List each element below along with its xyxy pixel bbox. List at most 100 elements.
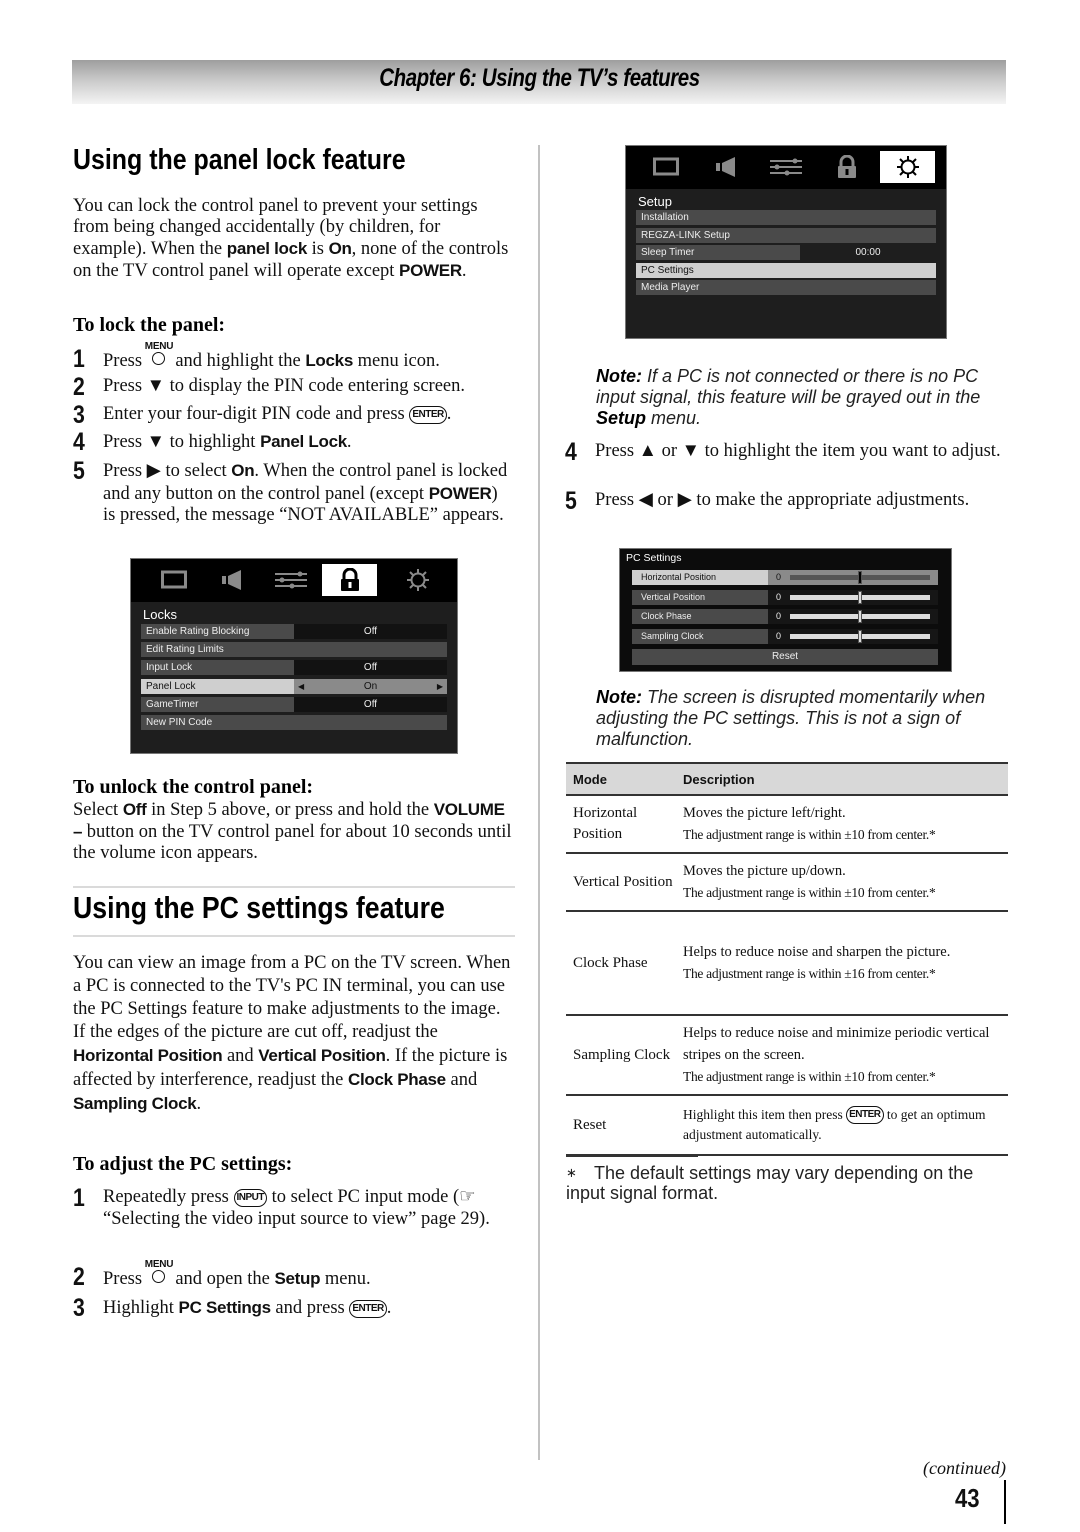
circle-icon <box>151 352 165 365</box>
menu-row-value: 00:00 <box>800 245 936 260</box>
sound-icon[interactable] <box>698 151 753 183</box>
step-item: 5 Press ▶ to select On. When the control … <box>73 459 513 527</box>
slider-track[interactable] <box>790 571 930 584</box>
step-number: 3 <box>73 1294 85 1322</box>
reset-button[interactable]: Reset <box>632 649 938 665</box>
mode-cell: Reset <box>566 1095 676 1156</box>
panel-lock-intro: You can lock the control panel to preven… <box>73 196 509 281</box>
step-text: Highlight PC Settings and press ENTER. <box>103 1298 392 1318</box>
preferences-icon[interactable] <box>263 564 318 596</box>
footnote-rule <box>566 1156 698 1157</box>
slider-value: 0 <box>776 572 782 582</box>
step-text: Enter your four-digit PIN code and press… <box>103 404 452 424</box>
menu-row[interactable]: Sleep Timer 00:00 <box>636 245 936 260</box>
step-number: 4 <box>73 428 85 456</box>
pc-setting-row[interactable]: Horizontal Position 0 <box>632 570 938 585</box>
menu-row-label: Panel Lock <box>141 678 294 694</box>
enter-button-icon: ENTER <box>846 1106 884 1124</box>
step-item: 5 Press ◀ or ▶ to make the appropriate ad… <box>565 489 1005 514</box>
keyword: panel lock <box>226 239 308 258</box>
menu-row[interactable]: Input Lock Off <box>141 660 447 676</box>
slider-value: 0 <box>776 611 782 622</box>
pc-setting-value: 0 <box>768 589 938 605</box>
arrow-right-icon[interactable]: ▶ <box>437 679 443 694</box>
menu-row[interactable]: GameTimer Off <box>141 696 447 712</box>
menu-row[interactable]: Enable Rating Blocking Off <box>141 624 447 639</box>
unlock-text: Select Off in Step 5 above, or press and… <box>73 800 512 863</box>
pc-setting-row[interactable]: Sampling Clock 0 <box>632 628 938 644</box>
description-cell: Helps to reduce noise and minimize perio… <box>676 1015 1008 1096</box>
menu-row[interactable]: Edit Rating Limits <box>141 642 447 658</box>
page-number-rule <box>1004 1480 1006 1524</box>
preferences-icon[interactable] <box>758 151 813 183</box>
step-text: Press ▲ or ▼ to highlight the item you w… <box>595 441 1001 461</box>
description-text: Moves the picture up/down. <box>683 863 846 879</box>
divider <box>73 886 515 888</box>
slider-track[interactable] <box>790 590 930 604</box>
menu-title: Locks <box>143 607 177 622</box>
step-item: 4 Press ▲ or ▼ to highlight the item you … <box>565 440 1005 465</box>
menu-icon-bar <box>626 146 946 189</box>
description-cell: Helps to reduce noise and sharpen the pi… <box>676 911 1008 1016</box>
description-text: Helps to reduce noise and sharpen the pi… <box>683 944 951 960</box>
keyword: On <box>231 461 255 480</box>
setup-menu-screen: Setup Installation REGZA-LINK Setup Sleep … <box>625 145 947 339</box>
menu-row[interactable]: New PIN Code <box>141 715 447 730</box>
step-number: 1 <box>73 345 85 373</box>
step-text: Press MENU and highlight the Locks menu … <box>103 341 440 371</box>
menu-row[interactable]: PC Settings <box>636 262 936 278</box>
slider-knob[interactable] <box>858 629 862 643</box>
footnote-mark: ∗ <box>566 1165 577 1180</box>
slider-track[interactable] <box>790 629 930 643</box>
menu-row[interactable]: Media Player <box>636 280 936 295</box>
menu-row[interactable]: Panel Lock On ◀ ▶ <box>141 678 447 694</box>
pc-settings-screen: PC Settings Horizontal Position 0 Vertical… <box>619 548 952 672</box>
description-text: Highlight this item then press ENTER to … <box>683 1106 986 1142</box>
slider-knob[interactable] <box>858 610 862 624</box>
menu-row-label: Installation <box>636 210 936 225</box>
step-number: 1 <box>73 1184 85 1212</box>
table-header-description: Description <box>676 762 1008 796</box>
range-text: The adjustment range is within ±10 from … <box>683 827 936 842</box>
enter-button-icon: ENTER <box>409 406 447 424</box>
table-header-mode: Mode <box>566 762 676 796</box>
slider-knob[interactable] <box>858 571 862 584</box>
pc-setting-label: Sampling Clock <box>632 628 768 644</box>
menu-row-label: PC Settings <box>636 262 936 278</box>
divider <box>73 935 515 937</box>
picture-icon[interactable] <box>638 151 693 183</box>
menu-row-label: Input Lock <box>141 660 294 676</box>
range-text: The adjustment range is within ±10 from … <box>683 885 936 900</box>
pc-setting-row[interactable]: Clock Phase 0 <box>632 609 938 625</box>
arrow-left-icon[interactable]: ◀ <box>298 679 304 694</box>
menu-row[interactable]: REGZA-LINK Setup <box>636 227 936 243</box>
pc-setting-value: 0 <box>768 570 938 585</box>
step-text: Press ▼ to display the PIN code entering… <box>103 376 466 396</box>
step-text: Press ◀ or ▶ to make the appropriate adj… <box>595 490 970 510</box>
setup-gear-icon[interactable] <box>880 151 935 183</box>
picture-icon[interactable] <box>146 564 201 596</box>
menu-row-value: Off <box>294 696 447 712</box>
slider-track[interactable] <box>790 610 930 624</box>
menu-row-label: REGZA-LINK Setup <box>636 227 936 243</box>
slider-value: 0 <box>776 630 782 641</box>
step-item: 3 Highlight PC Settings and press ENTER. <box>73 1296 513 1321</box>
footnote-text: The default settings may vary depending … <box>566 1163 974 1203</box>
menu-row[interactable]: Installation <box>636 210 936 225</box>
table-row: Reset Highlight this item then press ENTE… <box>566 1095 1008 1156</box>
step-text: Press ▼ to highlight Panel Lock. <box>103 432 352 452</box>
mode-cell: Horizontal Position <box>566 795 676 854</box>
setup-gear-icon[interactable] <box>390 564 445 596</box>
column-divider <box>538 145 540 1460</box>
lock-icon[interactable] <box>819 151 874 183</box>
mode-cell: Clock Phase <box>566 911 676 1016</box>
adjust-pc-heading: To adjust the PC settings: <box>73 1153 293 1175</box>
pc-setting-row[interactable]: Vertical Position 0 <box>632 589 938 605</box>
menu-row-value: Off <box>294 660 447 676</box>
pc-settings-heading: Using the PC settings feature <box>73 890 445 925</box>
lock-icon[interactable] <box>322 564 377 596</box>
slider-knob[interactable] <box>858 590 862 604</box>
sound-icon[interactable] <box>204 564 259 596</box>
keyword: On <box>328 239 352 258</box>
enter-button-icon: ENTER <box>349 1300 387 1318</box>
